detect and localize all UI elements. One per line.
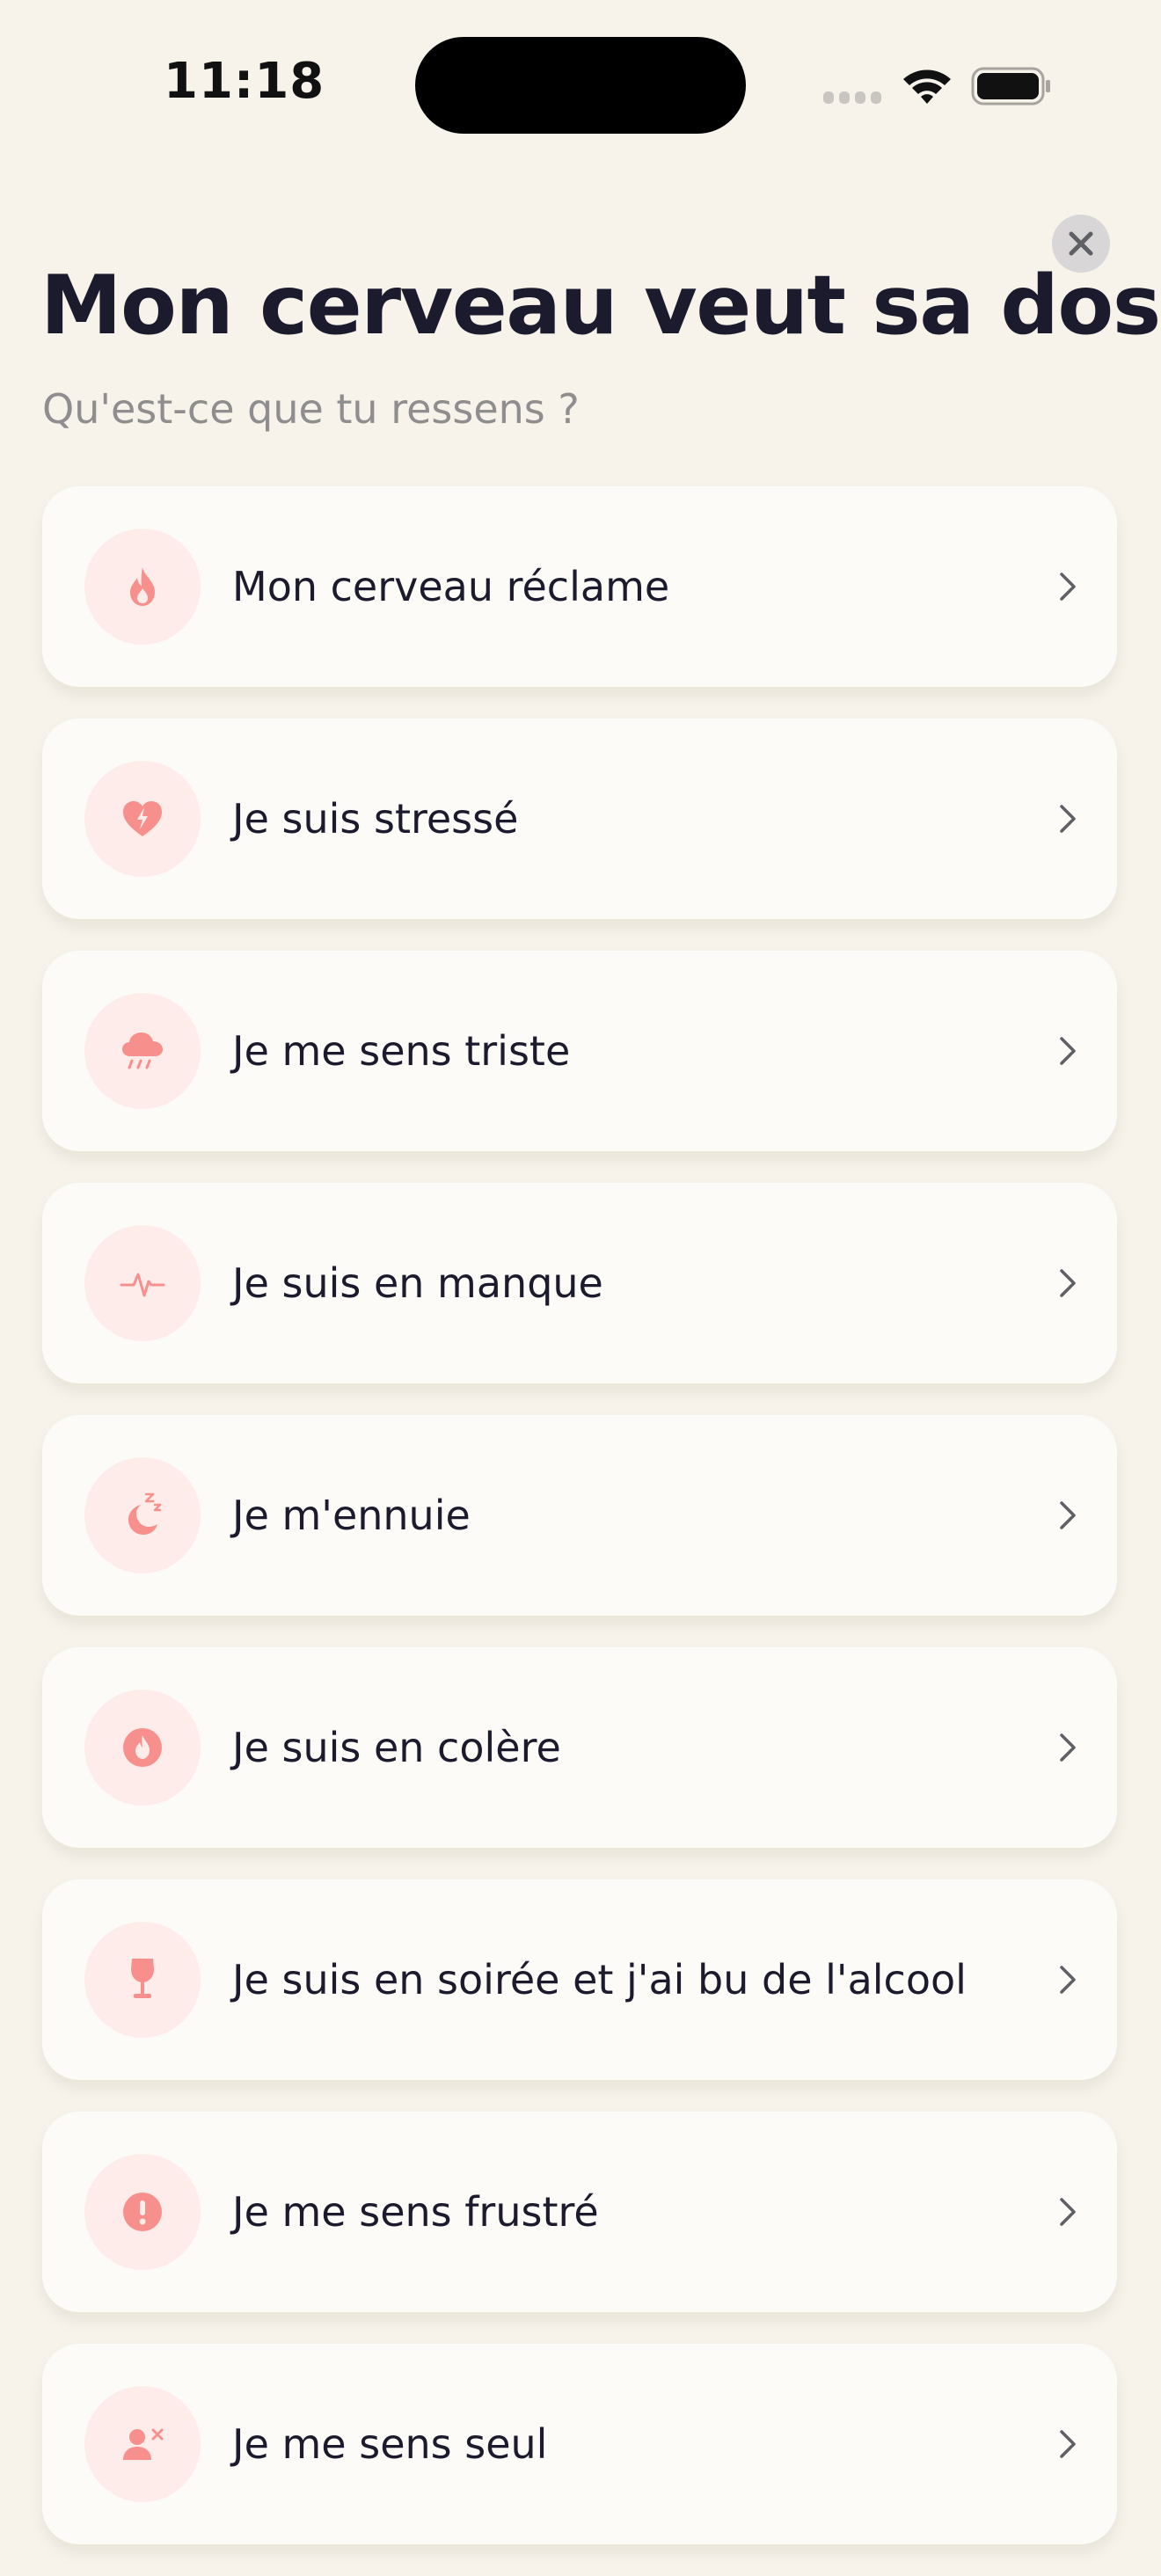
chevron-right-icon <box>1060 1733 1076 1762</box>
chevron-right-icon <box>1060 573 1076 601</box>
mood-item-triste[interactable]: Je me sens triste <box>42 951 1117 1151</box>
battery-icon <box>971 67 1050 106</box>
mood-label: Je me sens seul <box>232 2420 548 2468</box>
mood-label: Je m'ennuie <box>232 1492 471 1539</box>
pulse-icon <box>120 1273 165 1297</box>
moon-sleep-icon <box>128 1492 162 1535</box>
mood-label: Je me sens frustré <box>232 2188 599 2236</box>
chevron-right-icon <box>1060 2430 1076 2458</box>
mood-icon-circle <box>84 761 201 877</box>
wifi-icon <box>903 69 951 104</box>
mood-item-en-manque[interactable]: Je suis en manque <box>42 1183 1117 1383</box>
mood-icon-circle <box>84 1689 201 1806</box>
mood-item-frustre[interactable]: Je me sens frustré <box>42 2112 1117 2312</box>
mood-item-seul[interactable]: Je me sens seul <box>42 2344 1117 2544</box>
chevron-right-icon <box>1060 2198 1076 2226</box>
signal-icon <box>823 91 881 104</box>
mood-label: Je suis stressé <box>232 795 519 843</box>
angry-flame-icon <box>123 1728 162 1767</box>
mood-icon-circle <box>84 1225 201 1341</box>
chevron-right-icon <box>1060 1501 1076 1529</box>
mood-item-colere[interactable]: Je suis en colère <box>42 1647 1117 1848</box>
mood-icon-circle <box>84 2154 201 2270</box>
mood-label: Je me sens triste <box>232 1027 571 1075</box>
mood-label: Je suis en soirée et j'ai bu de l'alcool <box>232 1956 967 2003</box>
chevron-right-icon <box>1060 1966 1076 1994</box>
mood-item-stresse[interactable]: Je suis stressé <box>42 719 1117 919</box>
chevron-right-icon <box>1060 805 1076 833</box>
rain-cloud-icon <box>122 1033 163 1069</box>
mood-item-ennuie[interactable]: Je m'ennuie <box>42 1415 1117 1616</box>
mood-icon-circle <box>84 1922 201 2038</box>
mood-list: Mon cerveau réclame Je suis stressé Je m… <box>42 486 1117 2576</box>
mood-icon-circle <box>84 529 201 645</box>
mood-item-cerveau-reclame[interactable]: Mon cerveau réclame <box>42 486 1117 687</box>
flame-icon <box>130 567 155 606</box>
mood-icon-circle <box>84 1457 201 1573</box>
mood-item-soiree-alcool[interactable]: Je suis en soirée et j'ai bu de l'alcool <box>42 1879 1117 2080</box>
status-time: 11:18 <box>164 53 325 110</box>
status-bar: 11:18 <box>0 0 1161 167</box>
wine-glass-icon <box>131 1959 154 1998</box>
mood-icon-circle <box>84 993 201 1109</box>
page-subtitle: Qu'est-ce que tu ressens ? <box>42 385 580 433</box>
mood-label: Mon cerveau réclame <box>232 563 670 610</box>
dynamic-island <box>415 37 746 134</box>
chevron-right-icon <box>1060 1037 1076 1065</box>
mood-label: Je suis en manque <box>232 1259 603 1307</box>
page-title: Mon cerveau veut sa dose <box>40 258 1161 353</box>
exclamation-icon <box>123 2193 162 2231</box>
person-x-icon <box>123 2428 164 2460</box>
heart-bolt-icon <box>123 801 162 836</box>
mood-label: Je suis en colère <box>232 1724 561 1771</box>
mood-icon-circle <box>84 2386 201 2502</box>
chevron-right-icon <box>1060 1269 1076 1297</box>
